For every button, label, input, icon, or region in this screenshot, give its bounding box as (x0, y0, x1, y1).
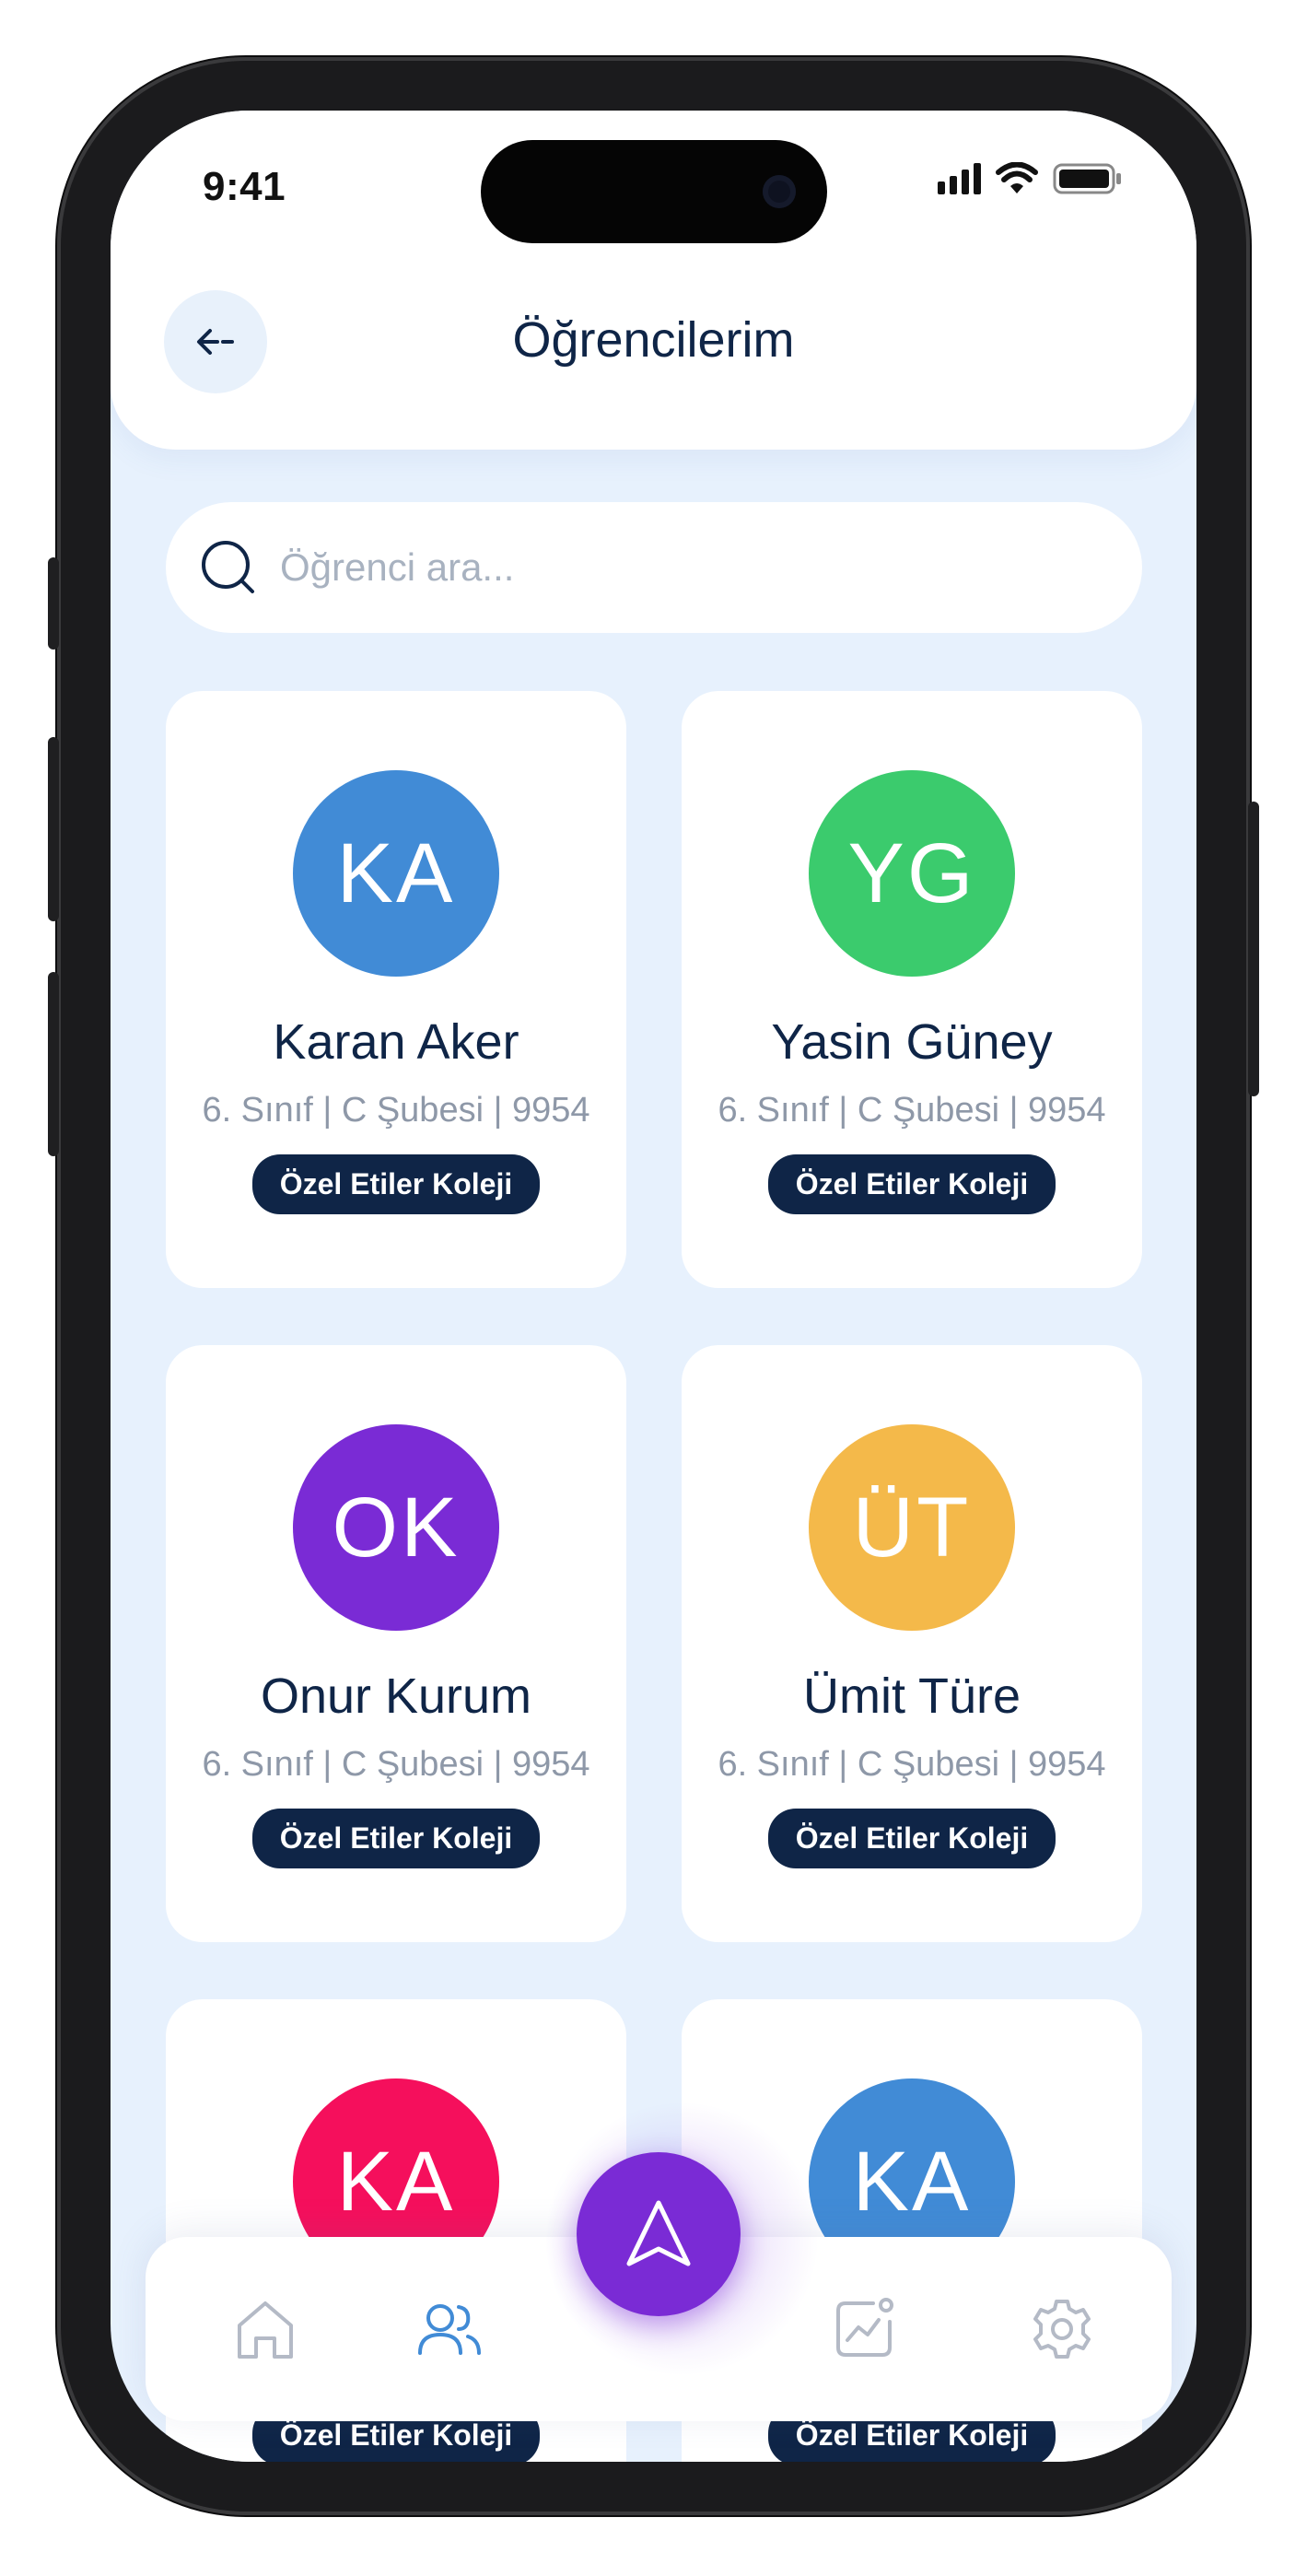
school-badge: Özel Etiler Koleji (767, 1154, 1056, 1214)
power-button (1248, 802, 1259, 1096)
student-card[interactable]: YG Yasin Güney 6. Sınıf | C Şubesi | 9954 Ö… (682, 691, 1142, 1288)
signal-icon (938, 163, 981, 194)
chart-icon (836, 2298, 893, 2357)
battery-icon (1053, 163, 1121, 194)
student-card[interactable]: KA Karan Aker 6. Sınıf | C Şubesi | 9954 Öz… (166, 691, 626, 1288)
student-meta: 6. Sınıf | C Şubesi | 9954 (718, 1745, 1106, 1784)
action-button (48, 557, 59, 650)
volume-down-button (48, 972, 59, 1156)
avatar: YG (809, 770, 1015, 977)
avatar: KA (293, 770, 499, 977)
student-name: Karan Aker (273, 1014, 519, 1070)
status-icons (938, 162, 1123, 195)
student-card[interactable]: OK Onur Kurum 6. Sınıf | C Şubesi | 9954 Öz… (166, 1345, 626, 1942)
school-badge: Özel Etiler Koleji (251, 1154, 541, 1214)
search-icon (199, 538, 258, 597)
search-bar[interactable] (166, 502, 1142, 633)
gear-icon (1033, 2300, 1091, 2359)
volume-up-button (48, 737, 59, 921)
search-input[interactable] (278, 544, 1092, 591)
dynamic-island (481, 140, 827, 243)
page-title: Öğrencilerim (512, 312, 795, 368)
student-card[interactable]: ÜT Ümit Türe 6. Sınıf | C Şubesi | 9954 Öze… (682, 1345, 1142, 1942)
tab-reports[interactable] (827, 2292, 901, 2366)
school-badge: Özel Etiler Koleji (767, 1809, 1056, 1868)
tab-students[interactable] (413, 2292, 486, 2366)
users-icon (418, 2304, 481, 2355)
avatar: OK (293, 1424, 499, 1631)
tab-settings[interactable] (1025, 2292, 1099, 2366)
navigation-fab-button[interactable] (577, 2152, 741, 2316)
student-name: Onur Kurum (260, 1669, 532, 1724)
student-name: Yasin Güney (771, 1014, 1053, 1070)
student-name: Ümit Türe (802, 1669, 1021, 1724)
home-icon (238, 2301, 293, 2359)
school-badge: Özel Etiler Koleji (251, 1809, 541, 1868)
student-meta: 6. Sınıf | C Şubesi | 9954 (718, 1091, 1106, 1130)
header: 9:41 Öğrencilerim (111, 111, 1196, 450)
student-meta: 6. Sınıf | C Şubesi | 9954 (202, 1745, 590, 1784)
tab-home[interactable] (228, 2292, 302, 2366)
camera-icon (763, 175, 796, 208)
student-meta: 6. Sınıf | C Şubesi | 9954 (202, 1091, 590, 1130)
screen: 9:41 Öğrencilerim Öğrenci ara... KA Kara… (111, 111, 1196, 2462)
navigation-arrow-icon (626, 2200, 691, 2266)
status-time: 9:41 (203, 164, 286, 209)
wifi-icon (996, 162, 1038, 193)
status-bar: 9:41 (111, 111, 1196, 249)
avatar: ÜT (809, 1424, 1015, 1631)
